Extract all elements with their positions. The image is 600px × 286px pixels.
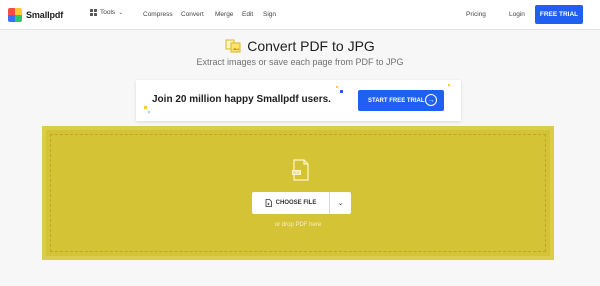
svg-text:PDF: PDF [293,171,300,175]
nav-link-edit[interactable]: Edit [242,11,253,18]
promo-text: Join 20 million happy Smallpdf users. [152,94,331,105]
start-free-trial-button[interactable]: START FREE TRIAL → [358,90,444,111]
nav-link-convert[interactable]: Convert [181,11,204,18]
file-icon [265,199,272,207]
confetti-decoration [340,90,343,93]
chevron-down-icon: ⌄ [118,10,124,16]
confetti-decoration [148,111,150,113]
start-free-trial-label: START FREE TRIAL [368,97,425,104]
confetti-decoration [144,106,147,109]
brand-name: Smallpdf [26,10,64,20]
nav-link-sign[interactable]: Sign [263,11,276,18]
pdf-to-jpg-icon [225,39,241,53]
top-navigation: Smallpdf Tools ⌄ Compress Convert Merge … [0,0,600,30]
grid-icon [90,9,97,16]
confetti-decoration [336,86,338,88]
free-trial-button[interactable]: FREE TRIAL [535,5,583,24]
chevron-down-icon: ⌄ [337,200,344,207]
tools-menu[interactable]: Tools ⌄ [90,9,123,16]
choose-file-button[interactable]: CHOOSE FILE [252,192,329,214]
nav-link-merge[interactable]: Merge [215,11,233,18]
nav-link-pricing[interactable]: Pricing [466,11,486,18]
nav-link-compress[interactable]: Compress [143,11,173,18]
smallpdf-logo-icon [8,8,22,22]
choose-file-label: CHOOSE FILE [275,200,317,206]
choose-file-group: CHOOSE FILE ⌄ [252,192,351,214]
nav-link-login[interactable]: Login [509,11,525,18]
drop-hint-text: or drop PDF here [274,222,322,228]
arrow-right-icon: → [425,94,437,106]
brand-logo[interactable]: Smallpdf [8,8,63,22]
page-subtitle: Extract images or save each page from PD… [196,57,404,67]
promo-banner: Join 20 million happy Smallpdf users. ST… [136,80,461,121]
pdf-file-icon: PDF [292,159,309,181]
page-title: Convert PDF to JPG [247,38,375,54]
file-dropzone[interactable]: PDF CHOOSE FILE ⌄ or drop PDF here [42,126,554,260]
upload-source-dropdown[interactable]: ⌄ [330,192,351,214]
page-header: Convert PDF to JPG Extract images or sav… [0,38,600,67]
tools-label: Tools [100,9,116,16]
confetti-decoration [448,84,450,86]
